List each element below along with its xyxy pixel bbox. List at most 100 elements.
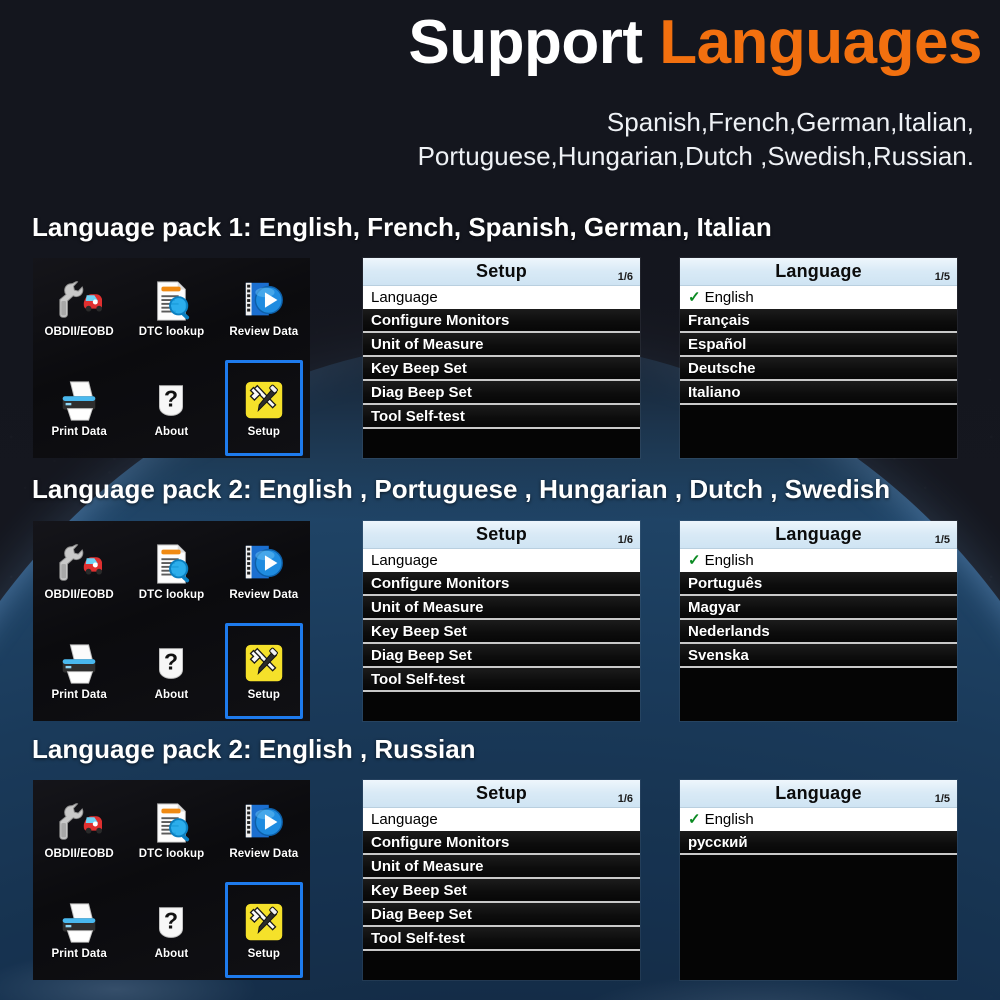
setup-panel-header: Setup 1/6 [363,258,640,286]
menu-item-about[interactable]: ? About [125,358,217,458]
menu-item-dtc-lookup[interactable]: DTC lookup [125,780,217,880]
menu-item-setup[interactable]: Setup [218,621,310,721]
setup-row-language[interactable]: Language [363,549,640,572]
setup-row-unit-of-measure[interactable]: Unit of Measure [363,596,640,620]
language-row[interactable]: Português [680,572,957,596]
menu-label: OBDII/EOBD [44,325,114,338]
document-magnifier-icon [157,802,190,843]
setup-row-tool-self-test[interactable]: Tool Self-test [363,927,640,951]
menu-label: About [154,947,189,960]
setup-row-unit-of-measure[interactable]: Unit of Measure [363,855,640,879]
question-mark-icon: ? [159,647,184,679]
setup-panel-page-indicator: 1/6 [617,271,633,283]
setup-panel-title: Setup [475,524,527,544]
subtitle-line-1: Spanish,French,German,Italian, [606,107,974,137]
menu-label: Setup [247,947,281,960]
setup-panel-1: Setup 1/6 Language Configure Monitors Un… [363,258,640,458]
setup-panel-rows: Language Configure Monitors Unit of Meas… [363,286,640,429]
menu-item-about[interactable]: ? About [125,621,217,721]
language-row[interactable]: Italiano [680,381,957,405]
setup-row-configure-monitors[interactable]: Configure Monitors [363,309,640,333]
row-label: Español [688,335,747,353]
menu-label: Review Data [229,588,299,601]
setup-panel-page-indicator: 1/6 [617,534,633,546]
wrench-car-icon [59,802,103,840]
menu-label: Print Data [51,425,107,438]
menu-item-print-data[interactable]: Print Data [33,358,125,458]
language-row[interactable]: Français [680,309,957,333]
menu-item-obdii-eobd[interactable]: OBDII/EOBD [33,521,125,621]
setup-row-diag-beep-set[interactable]: Diag Beep Set [363,381,640,405]
menu-item-about[interactable]: ? About [125,880,217,980]
setup-row-diag-beep-set[interactable]: Diag Beep Set [363,644,640,668]
menu-item-dtc-lookup[interactable]: DTC lookup [125,521,217,621]
supported-languages-subtitle: Spanish,French,German,Italian, Portugues… [0,105,974,174]
language-row[interactable]: Nederlands [680,620,957,644]
row-label: Svenska [688,646,749,664]
menu-item-obdii-eobd[interactable]: OBDII/EOBD [33,780,125,880]
setup-row-tool-self-test[interactable]: Tool Self-test [363,405,640,429]
film-play-icon [245,804,283,837]
setup-row-tool-self-test[interactable]: Tool Self-test [363,668,640,692]
menu-label: DTC lookup [138,847,205,860]
setup-row-configure-monitors[interactable]: Configure Monitors [363,572,640,596]
setup-row-language[interactable]: Language [363,286,640,309]
language-panel-header: Language 1/5 [680,521,957,549]
language-row-selected[interactable]: ✓ English [680,286,957,309]
row-label: Tool Self-test [371,407,465,425]
row-label: Unit of Measure [371,857,484,875]
row-label: Nederlands [688,622,770,640]
row-label: English [704,288,754,306]
language-row[interactable]: Magyar [680,596,957,620]
printer-icon [62,380,96,421]
menu-item-dtc-lookup[interactable]: DTC lookup [125,258,217,358]
setup-row-diag-beep-set[interactable]: Diag Beep Set [363,903,640,927]
language-panel-header: Language 1/5 [680,258,957,286]
setup-row-key-beep-set[interactable]: Key Beep Set [363,879,640,903]
setup-row-key-beep-set[interactable]: Key Beep Set [363,620,640,644]
menu-label: Print Data [51,688,107,701]
device-home-screen-1: OBDII/EOBD DTC lookup Review Data Print … [33,258,310,458]
row-label: Português [688,574,763,592]
menu-item-print-data[interactable]: Print Data [33,621,125,721]
language-row-selected[interactable]: ✓ English [680,808,957,831]
language-panel-title: Language [775,261,862,281]
menu-item-review-data[interactable]: Review Data [218,521,310,621]
language-panel-3: Language 1/5 ✓ English русский [680,780,957,980]
language-row[interactable]: Español [680,333,957,357]
setup-panel-title: Setup [475,783,527,803]
menu-item-review-data[interactable]: Review Data [218,780,310,880]
setup-panel-title: Setup [475,261,527,281]
row-label: Configure Monitors [371,833,510,851]
film-play-icon [245,545,283,578]
menu-label: DTC lookup [138,325,205,338]
language-row[interactable]: Deutsche [680,357,957,381]
setup-panel-rows: Language Configure Monitors Unit of Meas… [363,549,640,692]
wrench-screwdriver-icon [245,381,283,418]
language-row[interactable]: русский [680,831,957,855]
menu-item-review-data[interactable]: Review Data [218,258,310,358]
setup-row-language[interactable]: Language [363,808,640,831]
wrench-car-icon [59,543,103,581]
row-label: Key Beep Set [371,622,467,640]
language-panel-page-indicator: 1/5 [934,534,950,546]
device-home-screen-2: OBDII/EOBD DTC lookup Review Data Print … [33,521,310,721]
setup-panel-page-indicator: 1/6 [617,793,633,805]
setup-row-key-beep-set[interactable]: Key Beep Set [363,357,640,381]
row-label: Diag Beep Set [371,383,472,401]
language-row-selected[interactable]: ✓ English [680,549,957,572]
menu-item-print-data[interactable]: Print Data [33,880,125,980]
pack-1-heading: Language pack 1: English, French, Spanis… [32,212,772,242]
row-label: Français [688,311,750,329]
setup-row-unit-of-measure[interactable]: Unit of Measure [363,333,640,357]
menu-item-obdii-eobd[interactable]: OBDII/EOBD [33,258,125,358]
menu-item-setup[interactable]: Setup [218,358,310,458]
pack-2-heading: Language pack 2: English , Portuguese , … [32,474,891,504]
row-label: Key Beep Set [371,881,467,899]
setup-row-configure-monitors[interactable]: Configure Monitors [363,831,640,855]
svg-text:?: ? [164,648,178,674]
menu-item-setup[interactable]: Setup [218,880,310,980]
language-row[interactable]: Svenska [680,644,957,668]
language-panel-header: Language 1/5 [680,780,957,808]
device-icon-grid-1: OBDII/EOBD DTC lookup Review Data Print … [33,258,310,458]
